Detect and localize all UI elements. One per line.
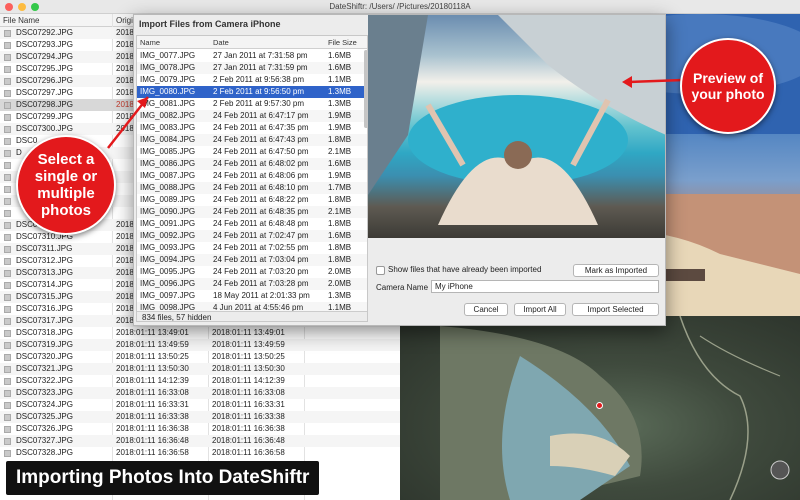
- annotation-arrows: [107, 76, 684, 149]
- callout-select-photos: Select a single or multiple photos: [16, 135, 116, 235]
- right-arrow-head: [622, 76, 632, 88]
- caption-banner: Importing Photos Into DateShiftr: [6, 461, 320, 495]
- callout-preview-photo: Preview of your photo: [680, 38, 776, 134]
- left-arrow-head: [137, 97, 148, 108]
- right-callout-arrow: [627, 78, 684, 84]
